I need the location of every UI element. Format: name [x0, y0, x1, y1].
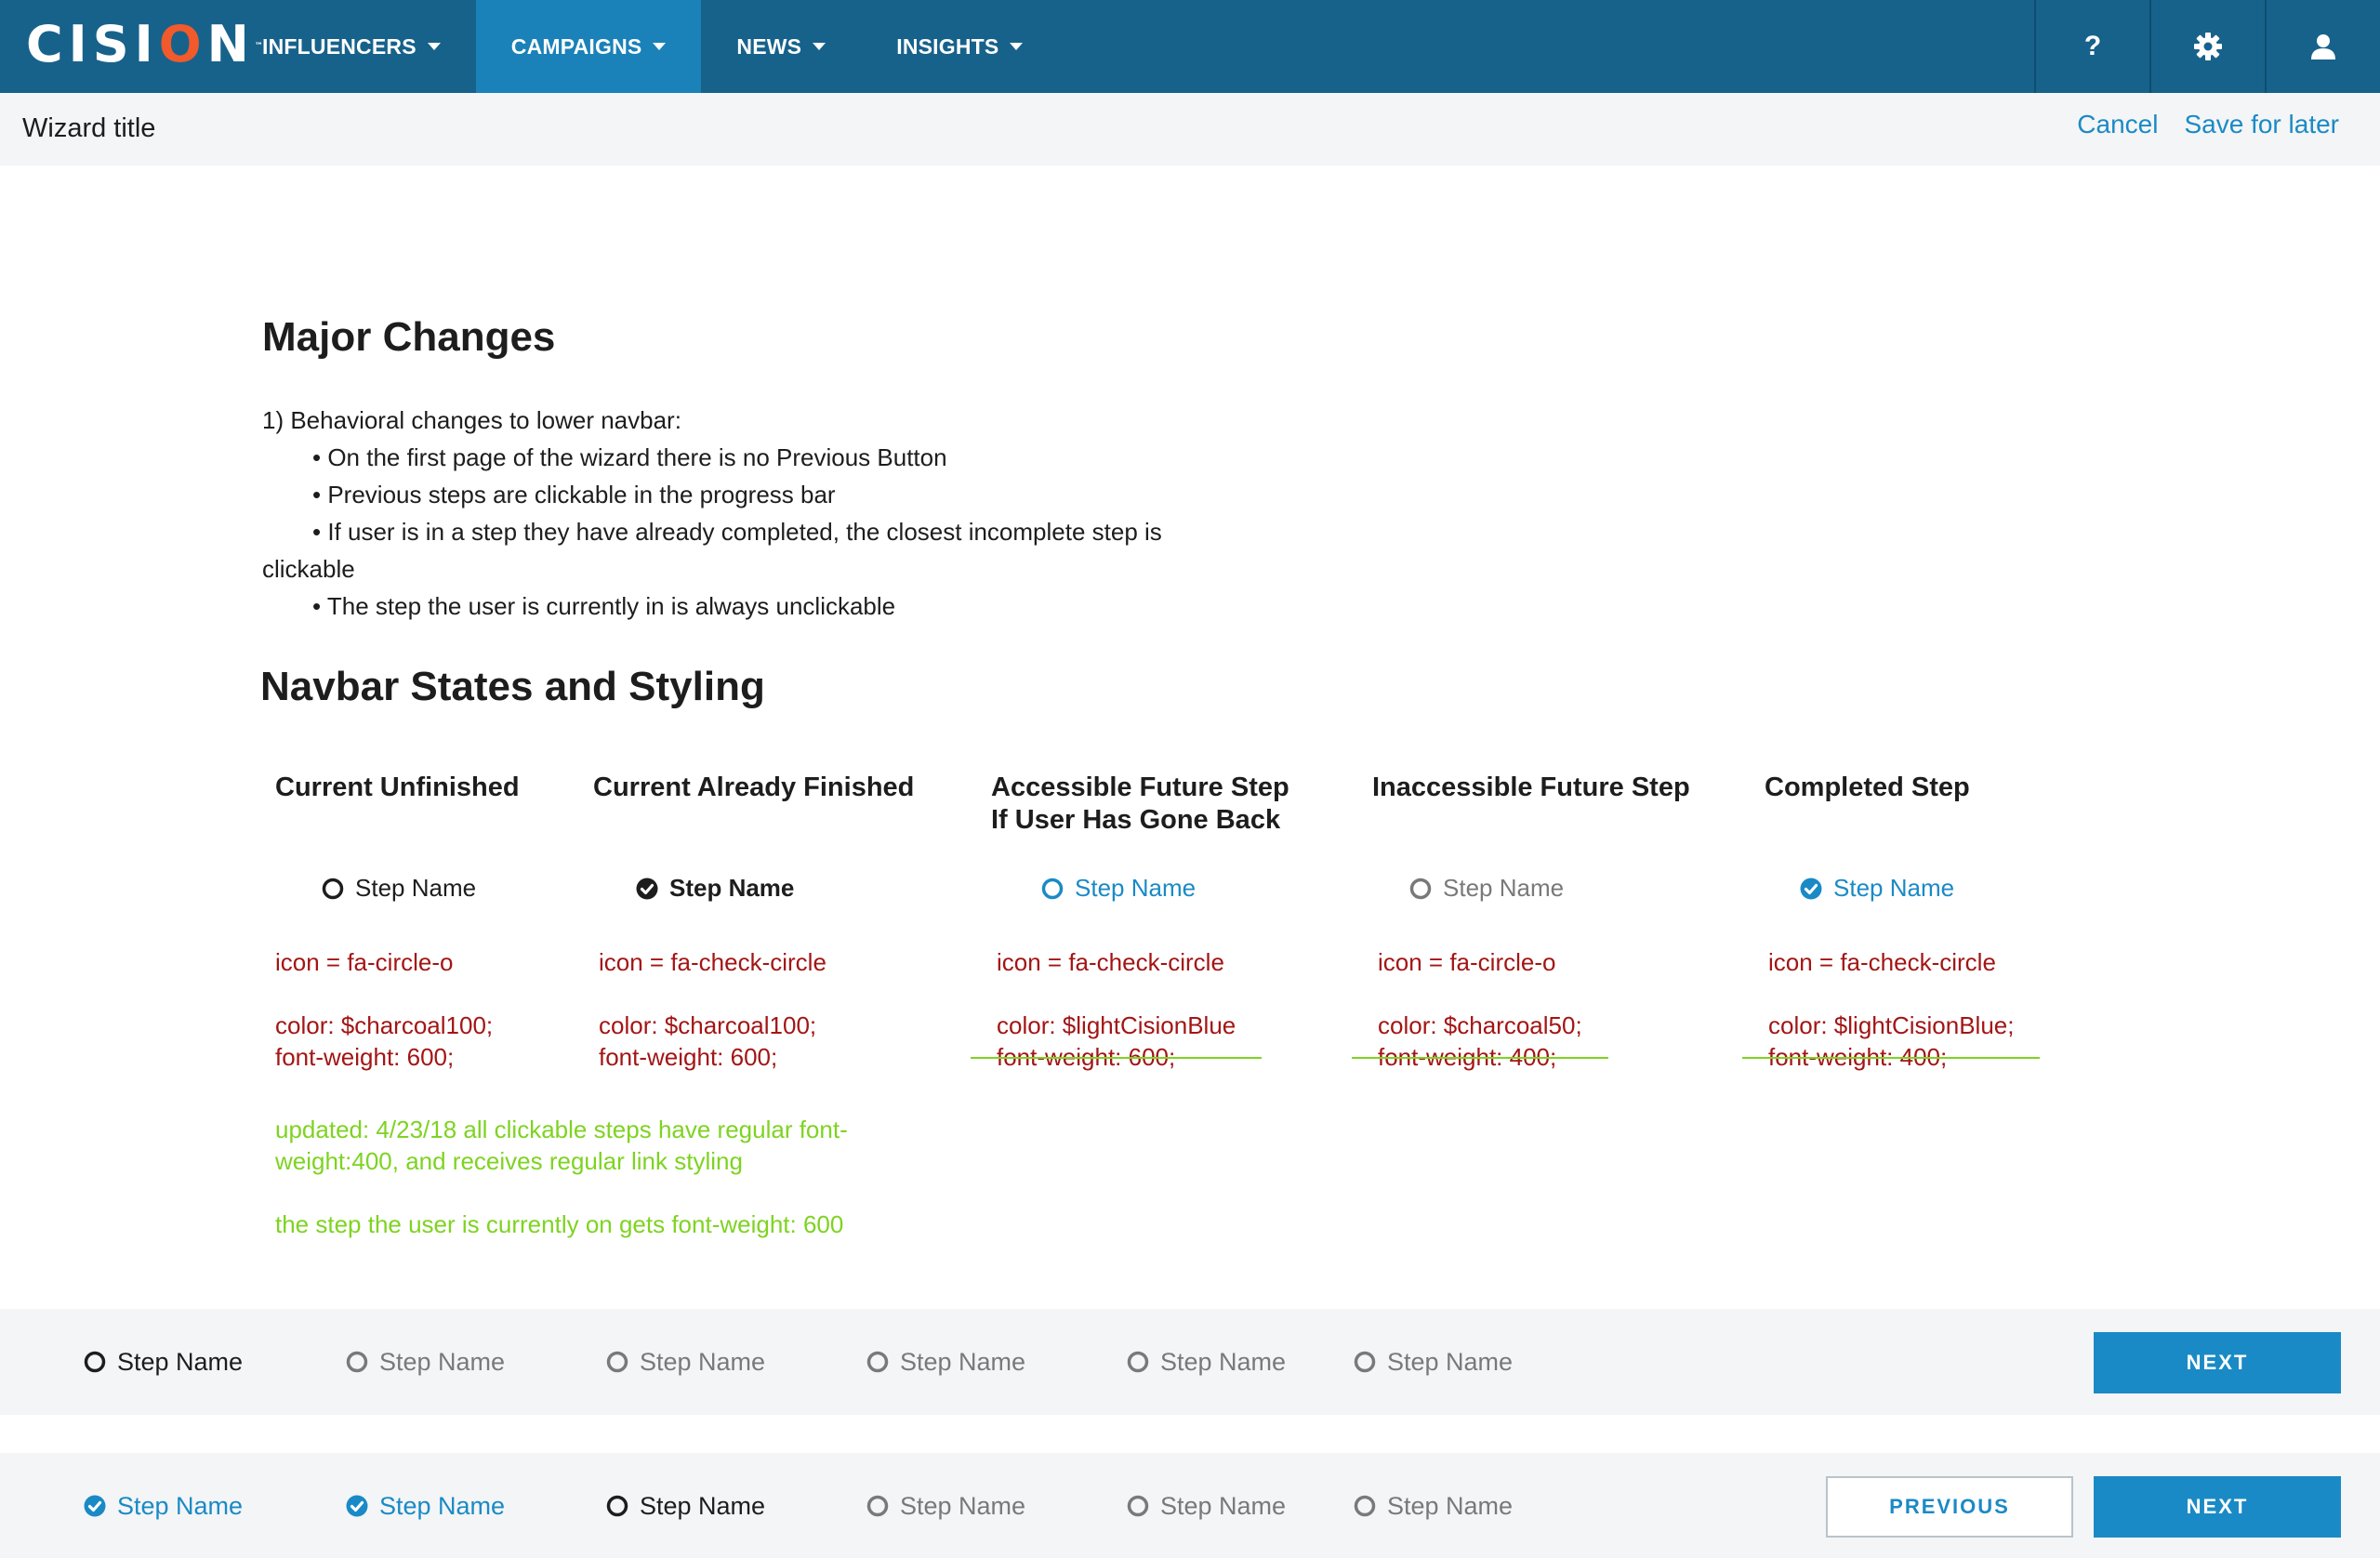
- notes-wrap: clickable: [262, 555, 355, 583]
- next-button[interactable]: NEXT: [2094, 1476, 2341, 1538]
- circle-o-icon: [866, 1351, 889, 1373]
- state-spec: icon = fa-circle-o color: $charcoal50; f…: [1352, 948, 1608, 1073]
- top-navbar: CISION™ INFLUENCERS CAMPAIGNS NEWS INSIG…: [0, 0, 2380, 93]
- circle-o-icon: [1354, 1495, 1376, 1517]
- progress-step-completed[interactable]: Step Name: [84, 1453, 243, 1558]
- check-circle-icon: [1800, 878, 1822, 899]
- circle-o-icon: [84, 1351, 106, 1373]
- notes-bullet: On the first page of the wizard there is…: [262, 439, 1322, 476]
- circle-o-icon: [606, 1495, 628, 1517]
- state-spec: icon = fa-circle-o color: $charcoal100; …: [275, 948, 494, 1071]
- menu-news[interactable]: NEWS: [701, 0, 861, 93]
- check-circle-icon: [84, 1495, 106, 1517]
- wizard-progress-bar-mid: Step Name Step Name Step Name Step Name …: [0, 1453, 2380, 1558]
- notes-bullet: The step the user is currently in is alw…: [262, 588, 1322, 625]
- circle-o-icon: [1354, 1351, 1376, 1373]
- state-example-step: Step Name: [1800, 874, 1954, 903]
- circle-o-icon: [1127, 1351, 1149, 1373]
- wizard-header: Wizard title Cancel Save for later: [0, 93, 2380, 165]
- top-icon-group: ?: [2034, 0, 2380, 93]
- circle-o-icon: [1127, 1495, 1149, 1517]
- wizard-actions: Cancel Save for later: [2077, 110, 2339, 139]
- state-column-current-finished: Current Already Finished Step Name icon …: [593, 772, 915, 1071]
- circle-o-icon: [866, 1495, 889, 1517]
- menu-influencers[interactable]: INFLUENCERS: [227, 0, 476, 93]
- state-title: Current Unfinished: [275, 772, 520, 802]
- menu-campaigns[interactable]: CAMPAIGNS: [475, 0, 702, 93]
- circle-o-icon: [1041, 878, 1064, 899]
- progress-step-current: Step Name: [84, 1309, 243, 1415]
- help-icon[interactable]: ?: [2034, 0, 2149, 93]
- update-note: updated: 4/23/18 all clickable steps hav…: [275, 1116, 848, 1175]
- user-icon[interactable]: [2265, 0, 2380, 93]
- update-notes: updated: 4/23/18 all clickable steps hav…: [275, 1114, 879, 1272]
- update-note: the step the user is currently on gets f…: [275, 1210, 844, 1238]
- notes-bullet: If user is in a step they have already c…: [262, 513, 1322, 550]
- state-example-step: Step Name: [322, 874, 476, 903]
- cancel-link[interactable]: Cancel: [2077, 110, 2158, 139]
- state-example-step: Step Name: [1041, 874, 1196, 903]
- progress-step-future: Step Name: [866, 1309, 1025, 1415]
- state-spec: icon = fa-check-circle color: $lightCisi…: [970, 948, 1263, 1073]
- state-title: Accessible Future Step If User Has Gone B…: [991, 772, 1289, 835]
- circle-o-icon: [322, 878, 344, 899]
- state-title: Current Already Finished: [593, 772, 915, 802]
- state-title: Inaccessible Future Step: [1372, 772, 1690, 802]
- progress-step-future: Step Name: [606, 1309, 765, 1415]
- menu-insights[interactable]: INSIGHTS: [861, 0, 1058, 93]
- caret-down-icon: [813, 43, 826, 50]
- progress-step-current: Step Name: [606, 1453, 765, 1558]
- check-circle-icon: [636, 878, 658, 899]
- notes-intro: 1) Behavioral changes to lower navbar:: [262, 406, 681, 434]
- state-column-current-unfinished: Current Unfinished Step Name icon = fa-c…: [275, 772, 520, 1071]
- progress-step-future: Step Name: [1354, 1309, 1513, 1415]
- state-spec: icon = fa-check-circle color: $lightCisi…: [1741, 948, 2041, 1073]
- strikethrough-text: font-weight: 600;: [970, 1041, 1263, 1073]
- state-column-accessible-future: Accessible Future Step If User Has Gone B…: [970, 772, 1289, 1071]
- progress-step-future: Step Name: [1354, 1453, 1513, 1558]
- state-example-step: Step Name: [636, 874, 794, 903]
- major-changes-heading: Major Changes: [262, 314, 556, 360]
- circle-o-icon: [1409, 878, 1432, 899]
- behavior-notes: 1) Behavioral changes to lower navbar: O…: [262, 402, 1322, 625]
- save-for-later-link[interactable]: Save for later: [2184, 110, 2339, 139]
- progress-step-future: Step Name: [1127, 1453, 1286, 1558]
- main-menu: INFLUENCERS CAMPAIGNS NEWS INSIGHTS: [227, 0, 1058, 93]
- next-button[interactable]: NEXT: [2094, 1332, 2341, 1393]
- state-spec: icon = fa-check-circle color: $charcoal1…: [599, 948, 826, 1071]
- check-circle-icon: [346, 1495, 368, 1517]
- circle-o-icon: [346, 1351, 368, 1373]
- caret-down-icon: [653, 43, 667, 50]
- wizard-title: Wizard title: [22, 113, 156, 143]
- previous-button[interactable]: PREVIOUS: [1826, 1476, 2073, 1538]
- progress-step-completed[interactable]: Step Name: [346, 1453, 505, 1558]
- navbar-states-heading: Navbar States and Styling: [260, 664, 765, 709]
- wizard-progress-bar-first-page: Step Name Step Name Step Name Step Name …: [0, 1309, 2380, 1415]
- progress-step-future: Step Name: [866, 1453, 1025, 1558]
- notes-bullet: Previous steps are clickable in the prog…: [262, 476, 1322, 513]
- state-title: Completed Step: [1765, 772, 1970, 802]
- state-column-inaccessible-future: Inaccessible Future Step Step Name icon …: [1352, 772, 1690, 1071]
- state-example-step: Step Name: [1409, 874, 1564, 903]
- progress-step-future: Step Name: [346, 1309, 505, 1415]
- strikethrough-text: font-weight: 400;: [1352, 1041, 1608, 1073]
- state-column-completed: Completed Step Step Name icon = fa-check…: [1741, 772, 2041, 1071]
- strikethrough-text: font-weight: 400;: [1741, 1041, 2041, 1073]
- gear-icon[interactable]: [2149, 0, 2265, 93]
- caret-down-icon: [427, 43, 441, 50]
- caret-down-icon: [1010, 43, 1024, 50]
- circle-o-icon: [606, 1351, 628, 1373]
- progress-step-future: Step Name: [1127, 1309, 1286, 1415]
